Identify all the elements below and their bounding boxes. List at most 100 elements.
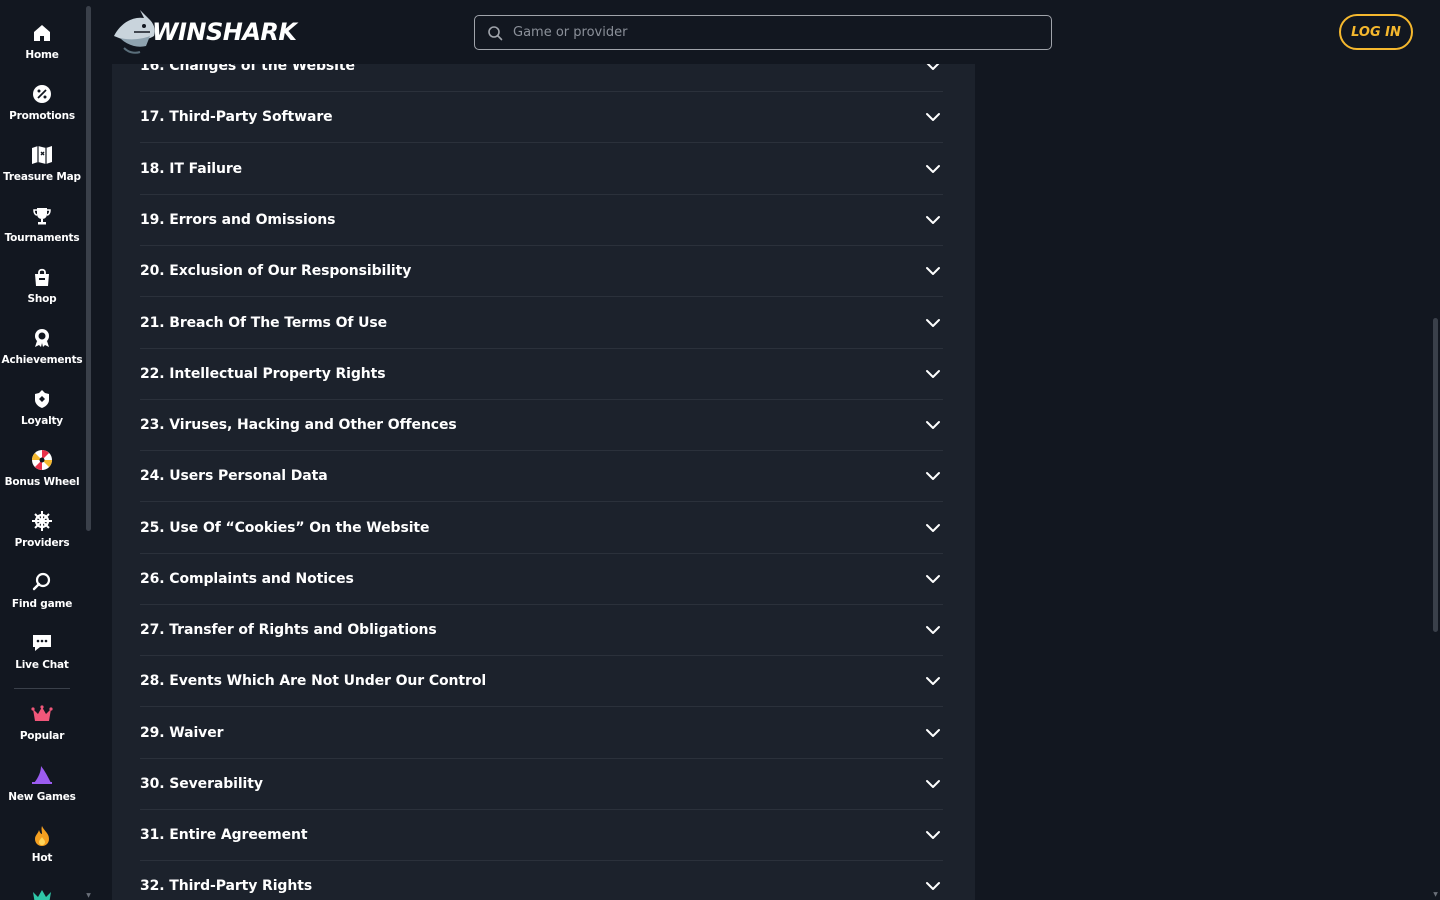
accordion-title: 29. Waiver [140, 725, 224, 741]
sidebar-item-popular[interactable]: Popular [0, 703, 84, 759]
sidebar-item-providers[interactable]: Providers [0, 510, 84, 566]
chevron-down-icon [926, 575, 940, 583]
accordion-title: 27. Transfer of Rights and Obligations [140, 622, 437, 638]
accordion-title: 31. Entire Agreement [140, 827, 308, 843]
accordion-title: 23. Viruses, Hacking and Other Offences [140, 417, 457, 433]
scroll-down-icon[interactable]: ▼ [1432, 892, 1439, 898]
sidebar-item-tournaments[interactable]: Tournaments [0, 205, 84, 261]
accordion-item-21[interactable]: 21. Breach Of The Terms Of Use [140, 298, 943, 349]
home-icon [31, 22, 53, 44]
medal-icon [31, 327, 53, 349]
accordion-item-22[interactable]: 22. Intellectual Property Rights [140, 349, 943, 400]
chat-icon [31, 632, 53, 654]
sidebar-item-bonus-wheel[interactable]: Bonus Wheel [0, 449, 84, 505]
sidebar-item-new-games[interactable]: New Games [0, 764, 84, 820]
accordion-item-30[interactable]: 30. Severability [140, 759, 943, 810]
chevron-down-icon [926, 319, 940, 327]
chevron-down-icon [926, 780, 940, 788]
search-box[interactable] [474, 15, 1052, 50]
shopping-bag-icon [31, 266, 53, 288]
accordion-item-24[interactable]: 24. Users Personal Data [140, 451, 943, 502]
sidebar-item-live-chat[interactable]: Live Chat [0, 632, 84, 688]
accordion-title: 32. Third-Party Rights [140, 878, 313, 894]
map-icon [31, 144, 53, 166]
logo[interactable]: WINSHARK [110, 6, 297, 58]
accordion-item-32[interactable]: 32. Third-Party Rights [140, 861, 943, 900]
sidebar-item-label: Hot [31, 852, 53, 864]
accordion-title: 16. Changes of the Website [140, 64, 355, 74]
accordion-title: 21. Breach Of The Terms Of Use [140, 315, 388, 331]
sidebar-item-hot[interactable]: Hot [0, 825, 84, 881]
chevron-down-icon [926, 729, 940, 737]
sidebar-item-achievements[interactable]: Achievements [0, 327, 84, 383]
chevron-down-icon [926, 267, 940, 275]
chevron-down-icon [926, 677, 940, 685]
fire-icon [31, 825, 53, 847]
sidebar-item-label: Bonus Wheel [4, 476, 80, 488]
chevron-down-icon [926, 113, 940, 121]
chevron-down-icon [926, 626, 940, 634]
accordion-item-25[interactable]: 25. Use Of “Cookies” On the Website [140, 503, 943, 554]
sidebar-item-label: New Games [8, 791, 76, 803]
sidebar-item-label: Tournaments [4, 232, 80, 244]
accordion-title: 24. Users Personal Data [140, 468, 328, 484]
percent-icon [31, 83, 53, 105]
accordion-item-18[interactable]: 18. IT Failure [140, 144, 943, 195]
chevron-down-icon [926, 831, 940, 839]
accordion-item-31[interactable]: 31. Entire Agreement [140, 810, 943, 861]
accordion-item-29[interactable]: 29. Waiver [140, 708, 943, 759]
accordion-item-23[interactable]: 23. Viruses, Hacking and Other Offences [140, 400, 943, 451]
accordion-item-17[interactable]: 17. Third-Party Software [140, 92, 943, 143]
accordion-title: 19. Errors and Omissions [140, 212, 336, 228]
sidebar-item-label: Treasure Map [3, 171, 81, 183]
sidebar-item-label: Achievements [1, 354, 83, 366]
login-button[interactable]: LOG IN [1339, 14, 1413, 50]
sidebar-item-home[interactable]: Home [0, 22, 84, 78]
sidebar-item-label: Find game [11, 598, 73, 610]
crown-icon [31, 703, 53, 725]
accordion-item-19[interactable]: 19. Errors and Omissions [140, 195, 943, 246]
logo-text: WINSHARK [152, 18, 297, 46]
chevron-down-icon [926, 472, 940, 480]
sidebar-item-label: Live Chat [15, 659, 69, 671]
page-scrollbar[interactable] [1433, 318, 1438, 632]
accordion-title: 20. Exclusion of Our Responsibility [140, 263, 412, 279]
wheel-icon [31, 449, 53, 471]
sidebar-item-promotions[interactable]: Promotions [0, 83, 84, 139]
sidebar-item-shop[interactable]: Shop [0, 266, 84, 322]
sidebar: Home Promotions Treasure Map Tournaments… [0, 0, 94, 900]
chevron-down-icon [926, 216, 940, 224]
sidebar-item-partial[interactable] [0, 886, 84, 900]
search-icon [31, 571, 53, 593]
accordion-item-16[interactable]: 16. Changes of the Website [140, 64, 943, 92]
sidebar-item-loyalty[interactable]: Loyalty [0, 388, 84, 444]
ship-wheel-icon [31, 510, 53, 532]
sidebar-divider [14, 688, 70, 689]
accordion-title: 26. Complaints and Notices [140, 571, 354, 587]
accordion-item-20[interactable]: 20. Exclusion of Our Responsibility [140, 246, 943, 297]
sidebar-scrollbar[interactable] [86, 6, 91, 531]
sidebar-item-label: Shop [27, 293, 57, 305]
chevron-down-icon [926, 370, 940, 378]
accordion-title: 28. Events Which Are Not Under Our Contr… [140, 673, 487, 689]
accordion-title: 22. Intellectual Property Rights [140, 366, 386, 382]
accordion-title: 18. IT Failure [140, 161, 243, 177]
accordion-item-27[interactable]: 27. Transfer of Rights and Obligations [140, 605, 943, 656]
sidebar-item-find-game[interactable]: Find game [0, 571, 84, 627]
chevron-down-icon [926, 165, 940, 173]
accordion-title: 25. Use Of “Cookies” On the Website [140, 520, 430, 536]
accordion-item-26[interactable]: 26. Complaints and Notices [140, 554, 943, 605]
accordion-item-28[interactable]: 28. Events Which Are Not Under Our Contr… [140, 656, 943, 707]
search-input[interactable] [513, 16, 1051, 49]
crown-icon [31, 886, 53, 900]
accordion-title: 30. Severability [140, 776, 263, 792]
terms-panel: 16. Changes of the Website 17. Third-Par… [112, 64, 975, 900]
sidebar-item-label: Promotions [9, 110, 75, 122]
chevron-down-icon [926, 64, 940, 70]
scroll-down-icon[interactable]: ▼ [85, 893, 92, 899]
accordion-title: 17. Third-Party Software [140, 109, 333, 125]
chevron-down-icon [926, 421, 940, 429]
sidebar-item-treasure-map[interactable]: Treasure Map [0, 144, 84, 200]
sidebar-item-label: Home [25, 49, 59, 61]
top-header: WINSHARK LOG IN [94, 0, 1440, 64]
